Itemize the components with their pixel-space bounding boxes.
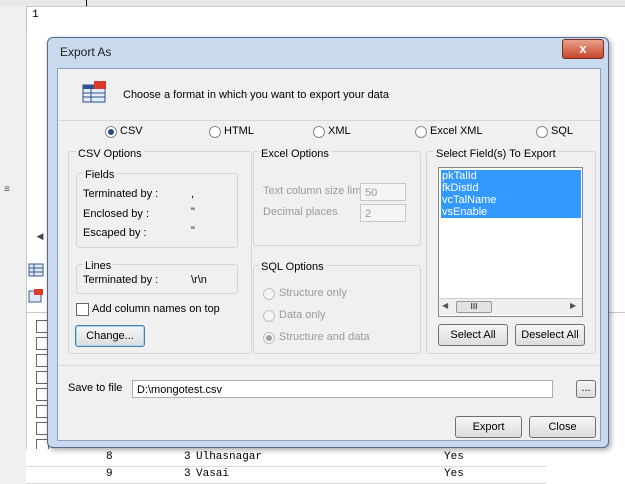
row-id: 3 <box>184 451 191 463</box>
table-row[interactable]: 8 3 Ulhasnagar Yes <box>26 449 546 467</box>
scroll-left-icon[interactable]: ◀ <box>442 301 448 310</box>
enclosed-by-value[interactable]: " <box>191 206 195 218</box>
dialog-title: Export As <box>60 45 112 59</box>
line-number: 1 <box>32 9 39 21</box>
editor-gutter <box>26 8 27 32</box>
result-grid: 8 3 Ulhasnagar Yes 9 3 Vasai Yes <box>26 449 546 484</box>
sql-structure-only-radio[interactable] <box>263 288 275 300</box>
sql-structure-and-data-label: Structure and data <box>279 331 370 343</box>
escaped-by-value[interactable]: " <box>191 225 195 237</box>
decimal-places-input[interactable]: 2 <box>360 204 406 222</box>
format-label-xml: XML <box>328 125 351 137</box>
row-name: Vasai <box>196 468 230 480</box>
collapse-arrow-icon[interactable]: ◀ <box>33 231 47 243</box>
row-enable: Yes <box>444 468 464 480</box>
format-radio-excel-xml[interactable] <box>415 126 427 138</box>
field-item[interactable]: vcTalName <box>441 194 581 206</box>
format-label-excel-xml: Excel XML <box>430 125 483 137</box>
format-radio-csv[interactable] <box>105 126 117 138</box>
export-dialog: Export As x Choose a format in which you… <box>47 37 609 448</box>
row-id: 3 <box>184 468 191 480</box>
format-radio-html[interactable] <box>209 126 221 138</box>
table-row[interactable]: 9 3 Vasai Yes <box>26 466 546 484</box>
format-radio-sql[interactable] <box>536 126 548 138</box>
sql-structure-only-label: Structure only <box>279 287 347 299</box>
lines-terminated-label: Terminated by : <box>83 274 159 286</box>
save-path-input[interactable]: D:\mongotest.csv <box>132 380 553 398</box>
left-panel <box>0 6 27 484</box>
col-size-limit-input[interactable]: 50 <box>360 183 406 201</box>
fields-listbox[interactable]: pkTalId fkDistId vcTalName vsEnable ◀ II… <box>438 167 583 317</box>
add-column-names-checkbox[interactable] <box>76 303 89 316</box>
row-number: 8 <box>106 451 113 463</box>
csv-lines-title: Lines <box>83 260 114 272</box>
sql-data-only-label: Data only <box>279 309 326 321</box>
save-to-file-label: Save to file <box>68 382 123 394</box>
scroll-thumb[interactable]: III <box>456 301 492 313</box>
header-divider <box>58 120 600 121</box>
lines-terminated-value[interactable]: \r\n <box>191 274 207 286</box>
field-item[interactable]: pkTalId <box>441 170 581 182</box>
fields-title: Select Field(s) To Export <box>434 148 558 160</box>
terminated-by-label: Terminated by : <box>83 188 159 200</box>
horizontal-scrollbar[interactable]: ◀ III ▶ <box>439 298 582 315</box>
sql-data-only-radio[interactable] <box>263 310 275 322</box>
dialog-client: Choose a format in which you want to exp… <box>57 68 601 441</box>
add-column-names-label: Add column names on top <box>92 303 220 315</box>
text-cursor <box>86 0 87 6</box>
format-label-sql: SQL <box>551 125 574 137</box>
csv-options-title: CSV Options <box>76 148 144 160</box>
csv-fields-title: Fields <box>83 169 117 181</box>
browse-button[interactable]: ... <box>576 380 596 398</box>
change-button[interactable]: Change... <box>75 325 145 347</box>
save-divider <box>58 365 600 366</box>
decimal-places-label: Decimal places <box>263 206 338 218</box>
format-label-csv: CSV <box>120 125 143 137</box>
dialog-instructions: Choose a format in which you want to exp… <box>123 89 389 101</box>
scroll-right-icon[interactable]: ▶ <box>570 301 576 310</box>
sql-options-title: SQL Options <box>259 261 326 273</box>
format-label-html: HTML <box>224 125 254 137</box>
col-size-limit-label: Text column size limit <box>263 185 367 197</box>
deselect-all-button[interactable]: Deselect All <box>515 324 585 346</box>
enclosed-by-label: Enclosed by : <box>83 208 150 220</box>
close-button[interactable]: Close <box>529 416 596 438</box>
field-item[interactable]: fkDistId <box>441 182 581 194</box>
splitter-grip-icon[interactable]: ≡ <box>4 184 10 195</box>
format-radio-xml[interactable] <box>313 126 325 138</box>
terminated-by-value[interactable]: , <box>191 188 194 200</box>
select-all-button[interactable]: Select All <box>438 324 508 346</box>
escaped-by-label: Escaped by : <box>83 227 147 239</box>
table-icon[interactable] <box>28 263 44 277</box>
editor-top-bar <box>0 0 625 7</box>
export-button[interactable]: Export <box>455 416 522 438</box>
sql-structure-and-data-radio[interactable] <box>263 332 275 344</box>
dialog-close-button[interactable]: x <box>562 39 604 59</box>
row-number: 9 <box>106 468 113 480</box>
row-enable: Yes <box>444 451 464 463</box>
row-name: Ulhasnagar <box>196 451 263 463</box>
field-item[interactable]: vsEnable <box>441 206 581 218</box>
excel-options-title: Excel Options <box>259 148 331 160</box>
export-icon <box>82 81 106 103</box>
export-table-icon[interactable] <box>28 288 44 304</box>
